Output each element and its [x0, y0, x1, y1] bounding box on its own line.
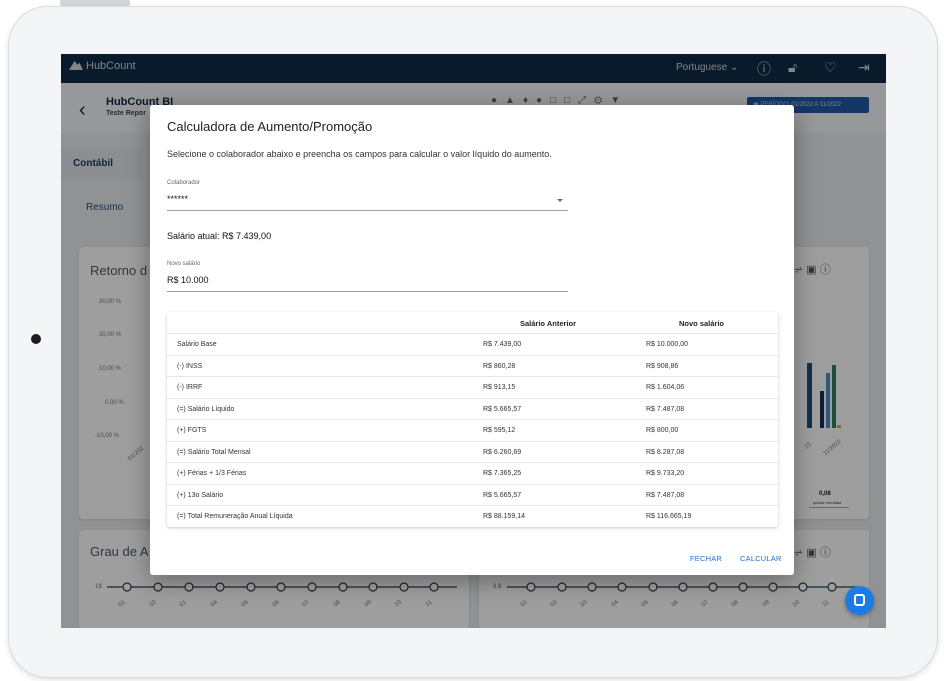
new-salary-label: Novo salário	[167, 261, 201, 267]
previous-value: R$ 5.665,57	[483, 491, 522, 499]
table-row: (+) FGTS R$ 595,12 R$ 800,00	[167, 419, 778, 441]
new-value: R$ 908,86	[646, 362, 679, 370]
table-row: (=) Total Remuneração Anual Líquida R$ 8…	[167, 505, 778, 527]
table-row: (-) INSS R$ 860,28 R$ 908,86	[167, 354, 778, 377]
table-row: (=) Salário Total Mensal R$ 6.260,69 R$ …	[167, 440, 778, 463]
table-header-row: Salário Anterior Novo salário	[167, 312, 778, 333]
tablet-top-button	[60, 0, 130, 6]
table-row: (-) IRRF R$ 913,15 R$ 1.604,06	[167, 376, 778, 398]
comparison-table: Salário Anterior Novo salário Salário Ba…	[167, 312, 778, 527]
previous-value: R$ 860,28	[483, 362, 516, 370]
chevron-down-icon[interactable]	[557, 199, 563, 202]
new-value: R$ 7.487,08	[646, 405, 685, 413]
row-label: (=) Salário Líquido	[177, 405, 235, 413]
new-value: R$ 1.604,06	[646, 384, 685, 391]
camera-dot	[31, 334, 41, 344]
table-row: Salário Base R$ 7.439,00 R$ 10.000,00	[167, 333, 778, 355]
previous-value: R$ 7.365,25	[483, 470, 522, 477]
collaborator-select[interactable]: ******	[167, 194, 188, 204]
collaborator-label: Colaborador	[167, 180, 201, 186]
dialog-title: Calculadora de Aumento/Promoção	[167, 119, 373, 134]
app-screen: HubCount Portuguese ⌄ ⓘ 🔓︎ ♡ ⇥ ‹ HubCoun…	[61, 54, 886, 628]
raise-calculator-dialog: Calculadora de Aumento/Promoção Selecion…	[150, 105, 794, 575]
previous-value: R$ 7.439,00	[483, 341, 522, 348]
new-salary-input[interactable]: R$ 10.000	[167, 275, 209, 285]
new-value: R$ 9.733,20	[646, 470, 685, 477]
current-salary: Salário atual: R$ 7.439,00	[167, 231, 272, 241]
collaborator-underline	[167, 210, 568, 211]
row-label: (-) INSS	[177, 362, 203, 370]
previous-value: R$ 6.260,69	[483, 448, 522, 456]
header-cell: Novo salário	[679, 319, 725, 328]
row-label: (=) Total Remuneração Anual Líquida	[177, 513, 293, 520]
new-salary-underline	[167, 291, 568, 292]
calculate-button[interactable]: CALCULAR	[740, 554, 782, 563]
new-value: R$ 116.665,19	[646, 513, 692, 520]
table-row: (+) Férias + 1/3 Férias R$ 7.365,25 R$ 9…	[167, 462, 778, 484]
table-row: (+) 13o Salário R$ 5.665,57 R$ 7.487,08	[167, 483, 778, 506]
row-label: (-) IRRF	[177, 384, 203, 391]
dialog-description: Selecione o colaborador abaixo e preench…	[167, 149, 552, 159]
new-value: R$ 800,00	[646, 427, 679, 434]
previous-value: R$ 88.159,14	[483, 513, 526, 520]
row-label: (+) 13o Salário	[177, 491, 224, 499]
table-row: (=) Salário Líquido R$ 5.665,57 R$ 7.487…	[167, 397, 778, 420]
chat-icon	[854, 594, 865, 606]
row-label: (+) Férias + 1/3 Férias	[177, 470, 247, 477]
row-label: (+) FGTS	[177, 427, 207, 434]
close-button[interactable]: FECHAR	[690, 554, 722, 563]
previous-value: R$ 5.665,57	[483, 405, 522, 413]
new-value: R$ 10.000,00	[646, 341, 689, 348]
row-label: (=) Salário Total Mensal	[177, 448, 251, 456]
chat-button[interactable]	[845, 586, 874, 615]
new-value: R$ 8.287,08	[646, 448, 685, 456]
new-value: R$ 7.487,08	[646, 491, 685, 499]
header-cell: Salário Anterior	[520, 319, 576, 328]
previous-value: R$ 595,12	[483, 427, 516, 434]
row-label: Salário Base	[177, 341, 217, 348]
previous-value: R$ 913,15	[483, 384, 516, 391]
